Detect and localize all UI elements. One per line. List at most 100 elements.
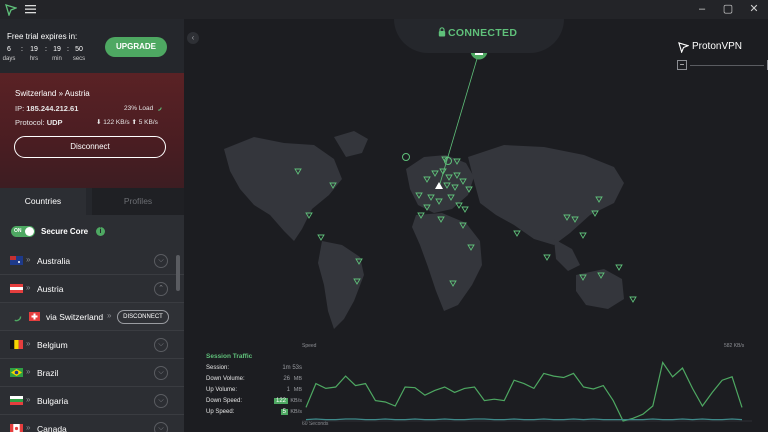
zoom-out-button[interactable]: − (677, 60, 687, 70)
country-row-austria[interactable]: » Austria ⌃ (0, 275, 184, 303)
greenland-shape (334, 131, 368, 157)
title-bar: – ▢ ✕ (0, 0, 768, 19)
upload-speed: 5 KB/s (138, 119, 158, 126)
flag-belgium-icon (10, 340, 23, 349)
country-row-belgium[interactable]: » Belgium ⌵ (0, 331, 184, 359)
secure-core-chevron-icon: » (26, 395, 31, 404)
expand-chevron-icon[interactable]: ⌵ (154, 366, 168, 380)
download-arrow-icon: ⬇ (96, 119, 102, 126)
country-row-australia[interactable]: » Australia ⌵ (0, 247, 184, 275)
server-marker (317, 234, 325, 241)
protocol-label: Protocol: (15, 118, 45, 127)
protocol-value: UDP (46, 118, 63, 127)
server-name: via Switzerland (46, 312, 104, 322)
connecting-spinner-icon (11, 311, 22, 322)
zoom-slider[interactable] (690, 65, 764, 66)
traffic-row-down-speed: Down Speed: 122 KB/s (206, 398, 302, 408)
countdown-separator: : (45, 46, 47, 53)
traffic-unit: MB (293, 376, 302, 382)
maximize-button[interactable]: ▢ (720, 2, 736, 16)
traffic-label: Up Speed: (206, 409, 235, 415)
protonvpn-brand-icon (678, 42, 689, 53)
countdown-separator: : (67, 46, 69, 53)
protonvpn-window: – ▢ ✕ Free trial expires in: 6 days : 19… (0, 0, 768, 432)
secure-core-toggle[interactable]: ON (11, 226, 35, 237)
countdown-seconds-value: 50 (75, 46, 83, 53)
info-icon[interactable]: i (96, 227, 105, 236)
traffic-value: 26 (283, 376, 290, 382)
country-name: Canada (37, 424, 67, 432)
expand-chevron-icon[interactable]: ⌵ (154, 338, 168, 352)
menu-icon[interactable] (25, 4, 36, 14)
country-list-scrollbar[interactable] (176, 255, 180, 291)
secure-core-chevron-icon: » (26, 255, 31, 264)
server-marker (513, 230, 521, 237)
ip-row: IP: 185.244.212.61 (15, 104, 78, 113)
brand-name: ProtonVPN (692, 41, 743, 52)
country-name: Brazil (37, 368, 59, 378)
secure-core-chevron-icon: » (26, 339, 31, 348)
sidebar: Free trial expires in: 6 days : 19 hrs :… (0, 19, 184, 432)
country-row-bulgaria[interactable]: » Bulgaria ⌵ (0, 387, 184, 415)
traffic-label: Down Speed: (206, 398, 243, 404)
traffic-value: 122 (273, 398, 288, 404)
server-row-via-switzerland[interactable]: via Switzerland » DISCONNECT (0, 303, 184, 331)
countdown-hours-value: 19 (30, 46, 38, 53)
traffic-row-down-volume: Down Volume: 26 MB (206, 376, 302, 386)
countdown-hours-unit: hrs (29, 56, 39, 62)
expand-chevron-icon[interactable]: ⌵ (154, 422, 168, 432)
toggle-state: ON (14, 228, 22, 234)
secure-core-chevron-icon: » (26, 283, 31, 292)
server-marker (615, 264, 623, 271)
lock-icon (438, 27, 446, 37)
secure-core-label: Secure Core (41, 227, 89, 236)
download-speed-line (305, 361, 743, 422)
ip-value: 185.244.212.61 (26, 104, 79, 113)
country-row-canada[interactable]: » Canada ⌵ (0, 415, 184, 432)
southeast-asia-shape (554, 239, 580, 271)
protonvpn-logo-icon (5, 4, 17, 16)
countdown-minutes-value: 19 (53, 46, 61, 53)
download-speed: 122 KB/s (103, 119, 130, 126)
disconnect-button[interactable]: Disconnect (14, 136, 166, 158)
upgrade-button[interactable]: UPGRADE (105, 37, 167, 57)
traffic-row-session: Session: 1m 53s (206, 365, 302, 375)
traffic-label: Down Volume: (206, 376, 245, 382)
country-name: Austria (37, 284, 64, 294)
secure-core-chevron-icon: » (26, 423, 31, 432)
session-traffic-title: Session Traffic (206, 353, 253, 360)
connection-panel: Switzerland » Austria IP: 185.244.212.61… (0, 73, 184, 188)
secure-core-chevron-icon: » (26, 367, 31, 376)
close-button[interactable]: ✕ (746, 2, 762, 16)
server-marker (461, 206, 469, 213)
south-america-shape (318, 241, 364, 329)
asia-shape (468, 145, 624, 245)
country-list: » Australia ⌵ » Austria ⌃ via Switzerlan… (0, 247, 184, 432)
protocol-row: Protocol: UDP (15, 118, 63, 127)
traffic-value: 5 (280, 409, 288, 415)
tab-countries[interactable]: Countries (0, 188, 86, 215)
server-disconnect-button[interactable]: DISCONNECT (117, 310, 169, 324)
flag-bulgaria-icon (10, 396, 23, 405)
countdown-separator: : (21, 46, 23, 53)
flag-canada-icon (10, 424, 23, 432)
traffic-label: Session: (206, 365, 230, 371)
trial-title: Free trial expires in: (7, 32, 78, 41)
speed-indicators: ⬇ 122 KB/s ⬆ 5 KB/s (96, 118, 158, 126)
flag-austria-icon (10, 284, 23, 293)
tab-profiles[interactable]: Profiles (92, 188, 184, 215)
sidebar-tabs: Countries Profiles (0, 188, 184, 215)
collapse-chevron-icon[interactable]: ⌃ (154, 282, 168, 296)
countdown-days-unit: days (2, 56, 16, 62)
expand-chevron-icon[interactable]: ⌵ (154, 254, 168, 268)
trial-banner: Free trial expires in: 6 days : 19 hrs :… (0, 19, 184, 73)
expand-chevron-icon[interactable]: ⌵ (154, 394, 168, 408)
traffic-row-up-speed: Up Speed: 5 KB/s (206, 409, 302, 419)
collapse-sidebar-button[interactable]: ‹ (187, 32, 199, 44)
country-name: Australia (37, 256, 71, 266)
country-row-brazil[interactable]: » Brazil ⌵ (0, 359, 184, 387)
north-america-shape (224, 137, 342, 241)
traffic-unit: KB/s (290, 398, 302, 404)
flag-brazil-icon (10, 368, 23, 377)
minimize-button[interactable]: – (694, 2, 710, 16)
